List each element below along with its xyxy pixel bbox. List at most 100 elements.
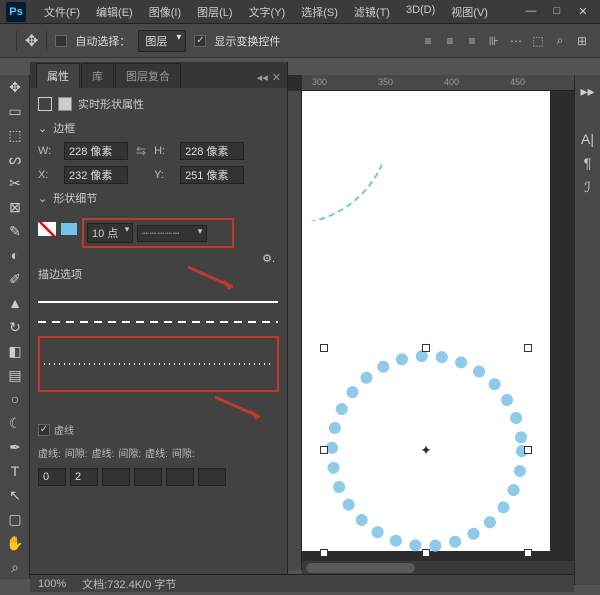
artboard-tool[interactable]: ▭ xyxy=(0,99,30,123)
history-brush-tool[interactable]: ↻ xyxy=(0,315,30,339)
gap1-input[interactable] xyxy=(70,468,98,486)
align-left-icon[interactable]: ≡ xyxy=(418,31,438,51)
menu-edit[interactable]: 编辑(E) xyxy=(88,0,141,24)
shape-mask-icon xyxy=(58,97,72,111)
panel-title: 实时形状属性 xyxy=(78,96,144,112)
menu-type[interactable]: 文字(Y) xyxy=(241,0,294,24)
stroke-settings-highlight: 10 点 ┈┈┈┈┈ xyxy=(82,218,234,248)
crop-tool[interactable]: ✂ xyxy=(0,171,30,195)
stamp-tool[interactable]: ▲ xyxy=(0,291,30,315)
dash2-input[interactable] xyxy=(102,468,130,486)
tab-properties[interactable]: 属性 xyxy=(36,63,80,88)
eyedropper-tool[interactable]: ✎ xyxy=(0,219,30,243)
workspace-icon[interactable]: ⊞ xyxy=(572,31,592,51)
stroke-swatch[interactable] xyxy=(60,222,78,236)
input-width[interactable] xyxy=(64,142,128,160)
stroke-sample-dashed[interactable] xyxy=(38,312,279,332)
menu-file[interactable]: 文件(F) xyxy=(36,0,88,24)
paragraph-panel-icon[interactable]: ¶ xyxy=(584,155,592,175)
transform-handle[interactable] xyxy=(524,344,532,352)
dash1-input[interactable] xyxy=(38,468,66,486)
section-shape[interactable]: 形状细节 xyxy=(38,190,279,206)
app-logo: Ps xyxy=(6,2,26,22)
search-icon[interactable]: ⌕ xyxy=(550,31,570,51)
zoom-tool[interactable]: ⌕ xyxy=(0,555,30,579)
type-tool[interactable]: T xyxy=(0,459,30,483)
panel-collapse-icon[interactable]: ◂◂ xyxy=(257,71,268,84)
align-right-icon[interactable]: ≡ xyxy=(462,31,482,51)
window-maximize[interactable]: □ xyxy=(548,5,566,18)
stroke-style-select[interactable]: ┈┈┈┈┈ xyxy=(137,225,207,242)
frame-tool[interactable]: ⊠ xyxy=(0,195,30,219)
shape-tool[interactable]: ▢ xyxy=(0,507,30,531)
transform-center-icon[interactable]: ✦ xyxy=(420,444,432,456)
character-panel-icon[interactable]: A| xyxy=(581,131,594,151)
zoom-level[interactable]: 100% xyxy=(38,578,66,590)
window-close[interactable]: ✕ xyxy=(574,5,592,18)
move-tool[interactable]: ✥ xyxy=(0,75,30,99)
label-w: W: xyxy=(38,145,56,157)
tab-layer-comps[interactable]: 图层复合 xyxy=(115,63,181,88)
dodge-tool[interactable]: ☾ xyxy=(0,411,30,435)
transform-handle[interactable] xyxy=(422,344,430,352)
menu-image[interactable]: 图像(I) xyxy=(141,0,189,24)
tab-libraries[interactable]: 库 xyxy=(81,63,114,88)
menu-3d[interactable]: 3D(D) xyxy=(398,0,443,24)
transform-handle[interactable] xyxy=(422,549,430,557)
path-select-tool[interactable]: ↖ xyxy=(0,483,30,507)
3d-mode-icon[interactable]: ⬚ xyxy=(528,31,548,51)
brush-tool[interactable]: ✐ xyxy=(0,267,30,291)
glyphs-panel-icon[interactable]: ℐ xyxy=(584,179,591,199)
label-x: X: xyxy=(38,169,56,181)
doc-info[interactable]: 文档:732.4K/0 字节 xyxy=(82,576,176,592)
lasso-tool[interactable]: ᔕ xyxy=(0,147,30,171)
document-canvas[interactable]: ✦ xyxy=(302,91,550,551)
marquee-tool[interactable]: ⬚ xyxy=(0,123,30,147)
transform-handle[interactable] xyxy=(524,446,532,454)
fill-swatch[interactable] xyxy=(38,222,56,236)
menu-filter[interactable]: 滤镜(T) xyxy=(346,0,398,24)
dashed-circle-shape xyxy=(302,91,382,221)
expand-panels-icon[interactable]: ▸▸ xyxy=(580,83,594,103)
menu-select[interactable]: 选择(S) xyxy=(293,0,346,24)
transform-handle[interactable] xyxy=(524,549,532,557)
input-x[interactable] xyxy=(64,166,128,184)
auto-select-target[interactable]: 图层 xyxy=(138,30,186,52)
transform-handle[interactable] xyxy=(320,549,328,557)
hand-tool[interactable]: ✋ xyxy=(0,531,30,555)
pen-tool[interactable]: ✒ xyxy=(0,435,30,459)
gradient-tool[interactable]: ▤ xyxy=(0,363,30,387)
dash3-input[interactable] xyxy=(166,468,194,486)
gap2-input[interactable] xyxy=(134,468,162,486)
align-center-icon[interactable]: ≡ xyxy=(440,31,460,51)
healing-tool[interactable]: ◐ xyxy=(0,243,30,267)
section-bbox[interactable]: 边框 xyxy=(38,120,279,136)
dashed-checkbox[interactable]: ✓ xyxy=(38,424,50,436)
menu-view[interactable]: 视图(V) xyxy=(443,0,496,24)
transform-handle[interactable] xyxy=(320,344,328,352)
distribute-icon[interactable]: ⊪ xyxy=(484,31,504,51)
eraser-tool[interactable]: ◧ xyxy=(0,339,30,363)
panel-close-icon[interactable]: ✕ xyxy=(272,71,281,84)
tools-panel: ✥ ▭ ⬚ ᔕ ✂ ⊠ ✎ ◐ ✐ ▲ ↻ ◧ ▤ ○ ☾ ✒ T ↖ ▢ ✋ … xyxy=(0,75,30,579)
ruler-vertical[interactable] xyxy=(288,91,302,570)
gear-icon[interactable]: ⚙. xyxy=(262,252,275,265)
move-tool-icon[interactable]: ✥ xyxy=(25,31,38,51)
gap3-input[interactable] xyxy=(198,468,226,486)
transform-handle[interactable] xyxy=(320,446,328,454)
stroke-sample-solid[interactable] xyxy=(38,292,279,312)
input-height[interactable] xyxy=(180,142,244,160)
stroke-width-select[interactable]: 10 点 xyxy=(87,223,133,243)
shape-crop-icon xyxy=(38,97,52,111)
blur-tool[interactable]: ○ xyxy=(0,387,30,411)
stroke-sample-dotted[interactable] xyxy=(44,354,273,374)
more-icon[interactable]: ⋯ xyxy=(506,31,526,51)
link-wh-icon[interactable]: ⇆ xyxy=(136,144,146,158)
ruler-horizontal[interactable]: 300 350 400 450 xyxy=(302,75,574,91)
input-y[interactable] xyxy=(180,166,244,184)
show-transform-checkbox[interactable]: ✓ xyxy=(194,35,206,47)
menu-layer[interactable]: 图层(L) xyxy=(189,0,240,24)
auto-select-checkbox[interactable] xyxy=(55,35,67,47)
horizontal-scrollbar[interactable] xyxy=(302,561,574,575)
window-minimize[interactable]: — xyxy=(522,5,540,18)
